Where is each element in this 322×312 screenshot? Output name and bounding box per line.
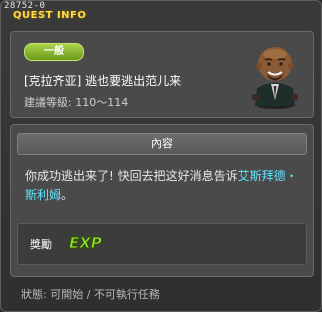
npc-portrait-icon	[252, 47, 298, 109]
quest-category-badge: 一般	[24, 43, 84, 61]
reward-bar: 獎勵 EXP	[17, 223, 307, 265]
recommended-level: 建議等級: 110～114	[24, 96, 129, 109]
quest-content-panel: 內容 你成功逃出来了! 快回去把这好消息告诉艾斯拜德・斯利姆。 獎勵 EXP	[10, 124, 314, 277]
title-bar[interactable]: 28752-0 QUEST INFO	[1, 1, 321, 25]
quest-summary-panel: 一般 [克拉齐亚] 逃也要逃出范儿来 建議等級: 110～114	[10, 31, 314, 118]
quest-name: [克拉齐亚] 逃也要逃出范儿来	[24, 74, 182, 88]
window-title: QUEST INFO	[13, 10, 87, 21]
description-text: 你成功逃出来了! 快回去把这好消息告诉	[25, 169, 238, 183]
content-header: 內容	[17, 133, 307, 155]
description-text-end: 。	[61, 188, 74, 202]
exp-reward-icon[interactable]: EXP	[68, 232, 104, 253]
reward-label: 獎勵	[30, 238, 52, 251]
quest-status: 狀態: 可開始 / 不可執行任務	[21, 288, 160, 301]
quest-description: 你成功逃出来了! 快回去把这好消息告诉艾斯拜德・斯利姆。	[25, 167, 307, 205]
quest-info-window: 28752-0 QUEST INFO 一般 [克拉齐亚] 逃也要逃出范儿来 建議…	[0, 0, 322, 312]
exp-icon-text: EXP	[69, 234, 102, 252]
